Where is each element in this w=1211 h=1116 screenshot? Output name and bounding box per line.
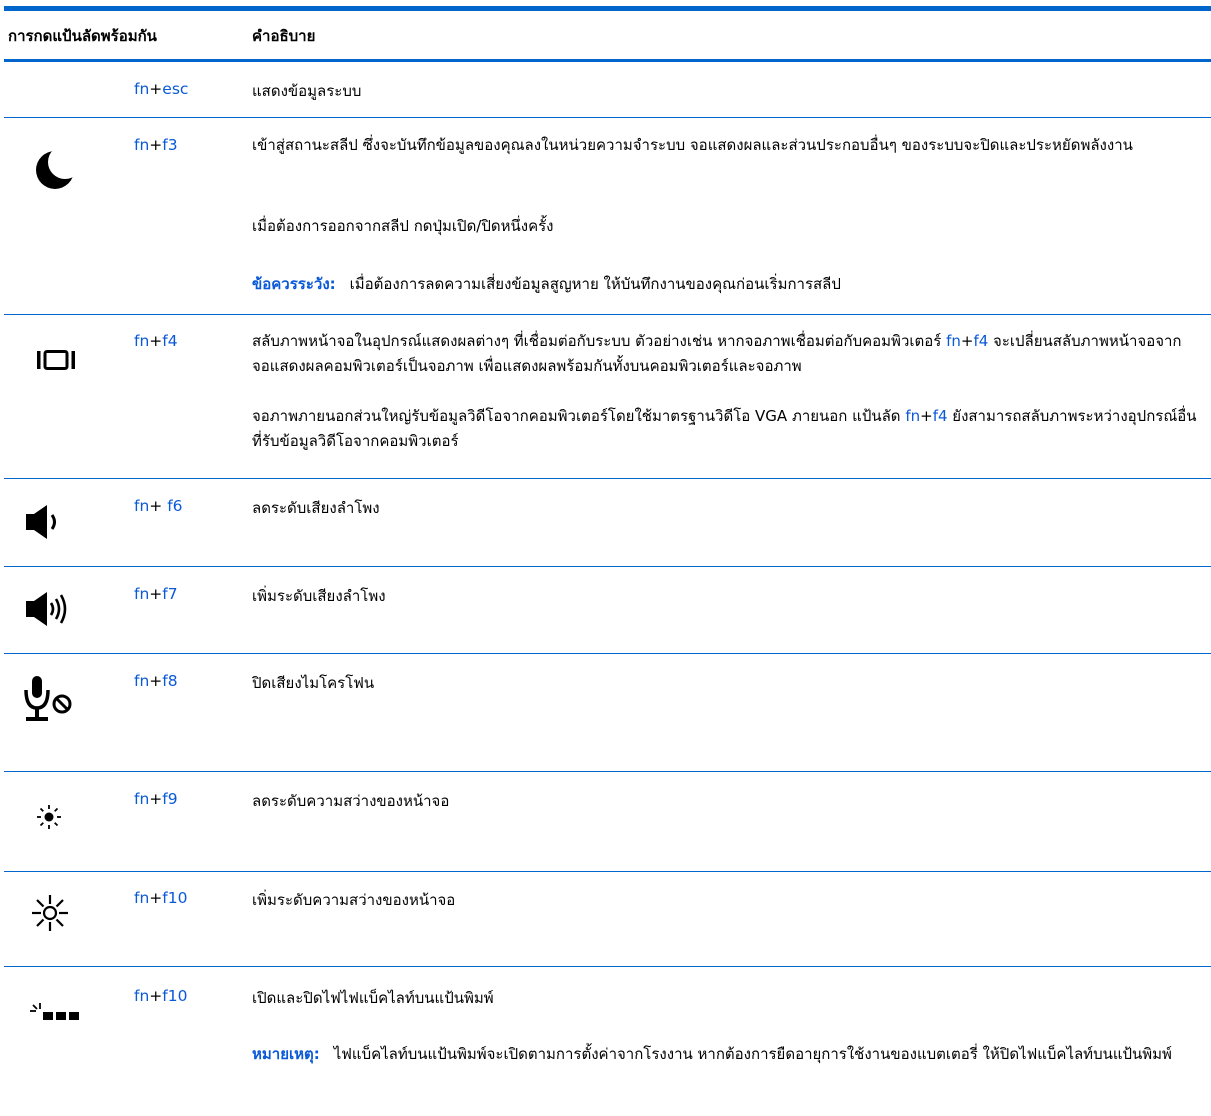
- row-description: สลับภาพหน้าจอในอุปกรณ์แสดงผลต่างๆ ที่เชื…: [252, 332, 1182, 375]
- row-divider: [4, 314, 1211, 315]
- row-description: ลดระดับเสียงลำโพง: [252, 499, 380, 517]
- shortcut-key-f4: fn+f4: [134, 332, 178, 350]
- brightness-down-icon: [37, 805, 61, 829]
- volume-up-icon: [26, 592, 67, 626]
- row-description: เปิดและปิดไฟไฟแบ็คไลท์บนแป้นพิมพ์: [252, 989, 494, 1007]
- shortcut-key-f9: fn+f9: [134, 790, 178, 808]
- caution-note: ข้อควรระวัง: เมื่อต้องการลดความเสี่ยงข้อม…: [252, 275, 841, 293]
- row-description: เพิ่มระดับเสียงลำโพง: [252, 587, 386, 605]
- row-description: แสดงข้อมูลระบบ: [252, 82, 362, 100]
- brightness-up-icon: [32, 895, 68, 931]
- row-description: เพิ่มระดับความสว่างของหน้าจอ: [252, 891, 456, 909]
- shortcut-key-esc: fn+esc: [134, 80, 189, 98]
- keyboard-backlight-icon: [30, 1003, 79, 1020]
- row-description: ลดระดับความสว่างของหน้าจอ: [252, 792, 450, 810]
- note-label: ข้อควรระวัง:: [252, 275, 336, 293]
- note: หมายเหตุ: ไฟแบ็คไลท์บนแป้นพิมพ์จะเปิดตามก…: [252, 1045, 1172, 1063]
- row-divider: [4, 871, 1211, 872]
- shortcut-key-f6: fn+ f6: [134, 497, 183, 515]
- shortcut-key-f8: fn+f8: [134, 672, 178, 690]
- row-description: เมื่อต้องการออกจากสลีป กดปุ่มเปิด/ปิดหนึ…: [252, 217, 554, 235]
- shortcut-key-f3: fn+f3: [134, 136, 178, 154]
- shortcut-key-f7: fn+f7: [134, 585, 178, 603]
- row-description: จอภาพภายนอกส่วนใหญ่รับข้อมูลวิดีโอจากคอม…: [252, 407, 1197, 450]
- header-divider: [4, 59, 1211, 62]
- shortcut-key-f10: fn+f10: [134, 987, 188, 1005]
- row-divider: [4, 653, 1211, 654]
- volume-down-icon: [26, 505, 56, 539]
- microphone-mute-icon: [24, 676, 72, 721]
- row-divider: [4, 966, 1211, 967]
- row-description: เข้าสู่สถานะสลีป ซึ่งจะบันทึกข้อมูลของคุ…: [252, 136, 1133, 154]
- display-switch-icon: [37, 350, 75, 370]
- header-description: คำอธิบาย: [252, 27, 316, 45]
- header-shortcut: การกดแป้นลัดพร้อมกัน: [8, 27, 157, 45]
- table-top-border: [4, 6, 1211, 11]
- row-divider: [4, 117, 1211, 118]
- row-description: ปิดเสียงไมโครโฟน: [252, 674, 375, 692]
- row-divider: [4, 478, 1211, 479]
- note-label: หมายเหตุ:: [252, 1045, 320, 1063]
- row-divider: [4, 566, 1211, 567]
- shortcut-key-f10: fn+f10: [134, 889, 188, 907]
- moon-icon: [36, 147, 76, 189]
- row-divider: [4, 771, 1211, 772]
